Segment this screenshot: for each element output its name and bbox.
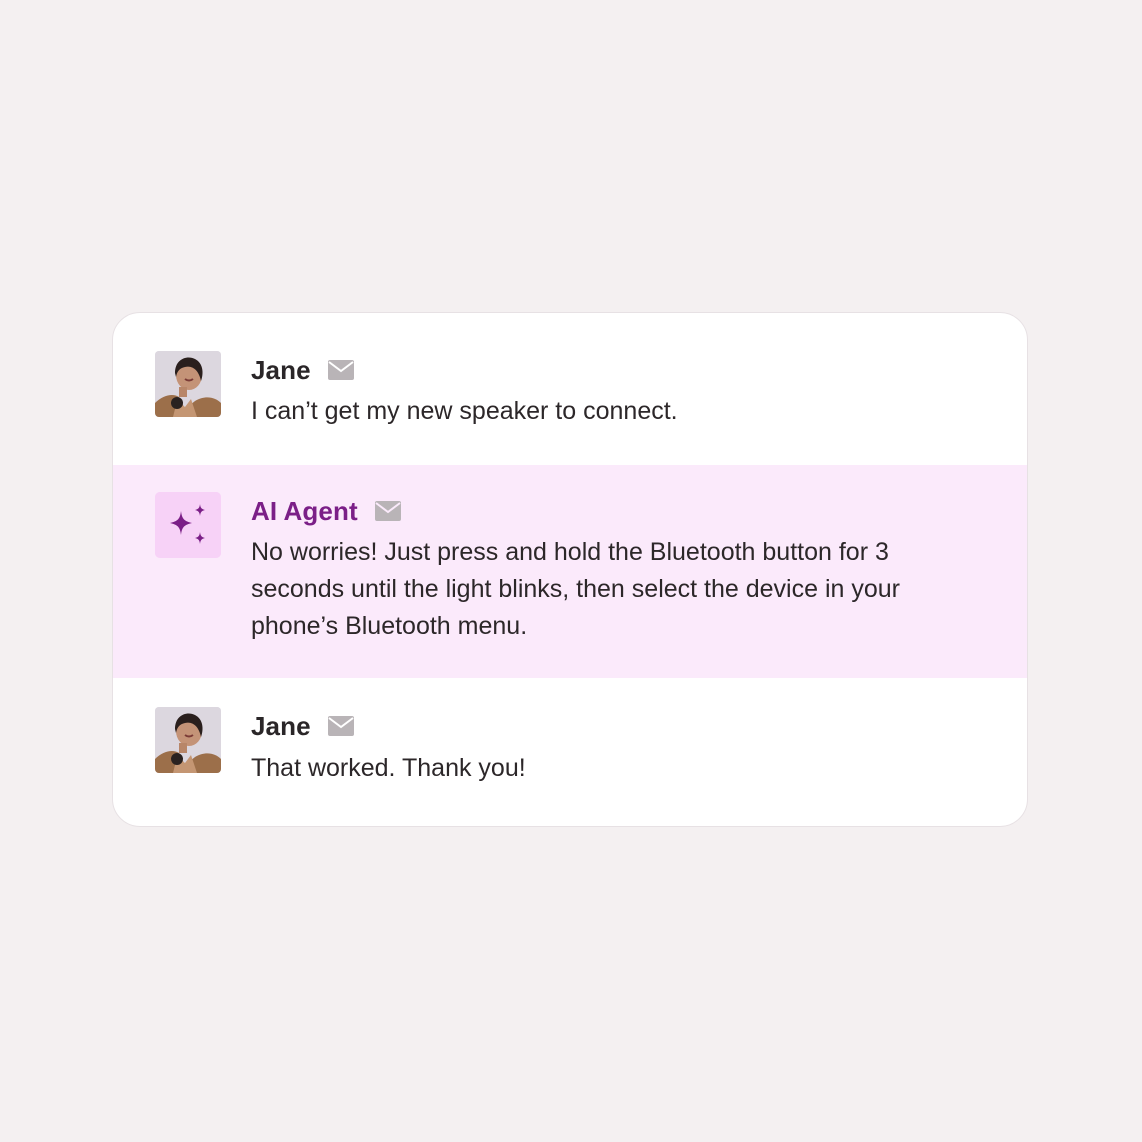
- mail-icon: [327, 716, 354, 736]
- message-item: Jane I can’t get my new speaker to conne…: [113, 313, 1027, 465]
- message-item-highlighted: AI Agent No worries! Just press and hold…: [113, 465, 1027, 678]
- message-text: That worked. Thank you!: [251, 754, 526, 782]
- message-item: Jane That worked. Thank you!: [113, 678, 1027, 826]
- sparkles-icon: [155, 492, 221, 558]
- avatar: [155, 707, 221, 773]
- message-header: Jane: [251, 353, 354, 387]
- mail-icon: [327, 360, 354, 380]
- message-header: Jane: [251, 709, 354, 743]
- ai-agent-avatar: [155, 492, 221, 558]
- message-text: No worries! Just press and hold the Blue…: [251, 538, 900, 640]
- message-header: AI Agent: [251, 494, 401, 528]
- conversation-card: Jane I can’t get my new speaker to conne…: [112, 312, 1028, 827]
- message-text: I can’t get my new speaker to connect.: [251, 397, 678, 425]
- sender-name: AI Agent: [251, 495, 358, 526]
- avatar: [155, 351, 221, 417]
- sender-name: Jane: [251, 710, 311, 741]
- mail-icon: [374, 501, 401, 521]
- sender-name: Jane: [251, 354, 311, 385]
